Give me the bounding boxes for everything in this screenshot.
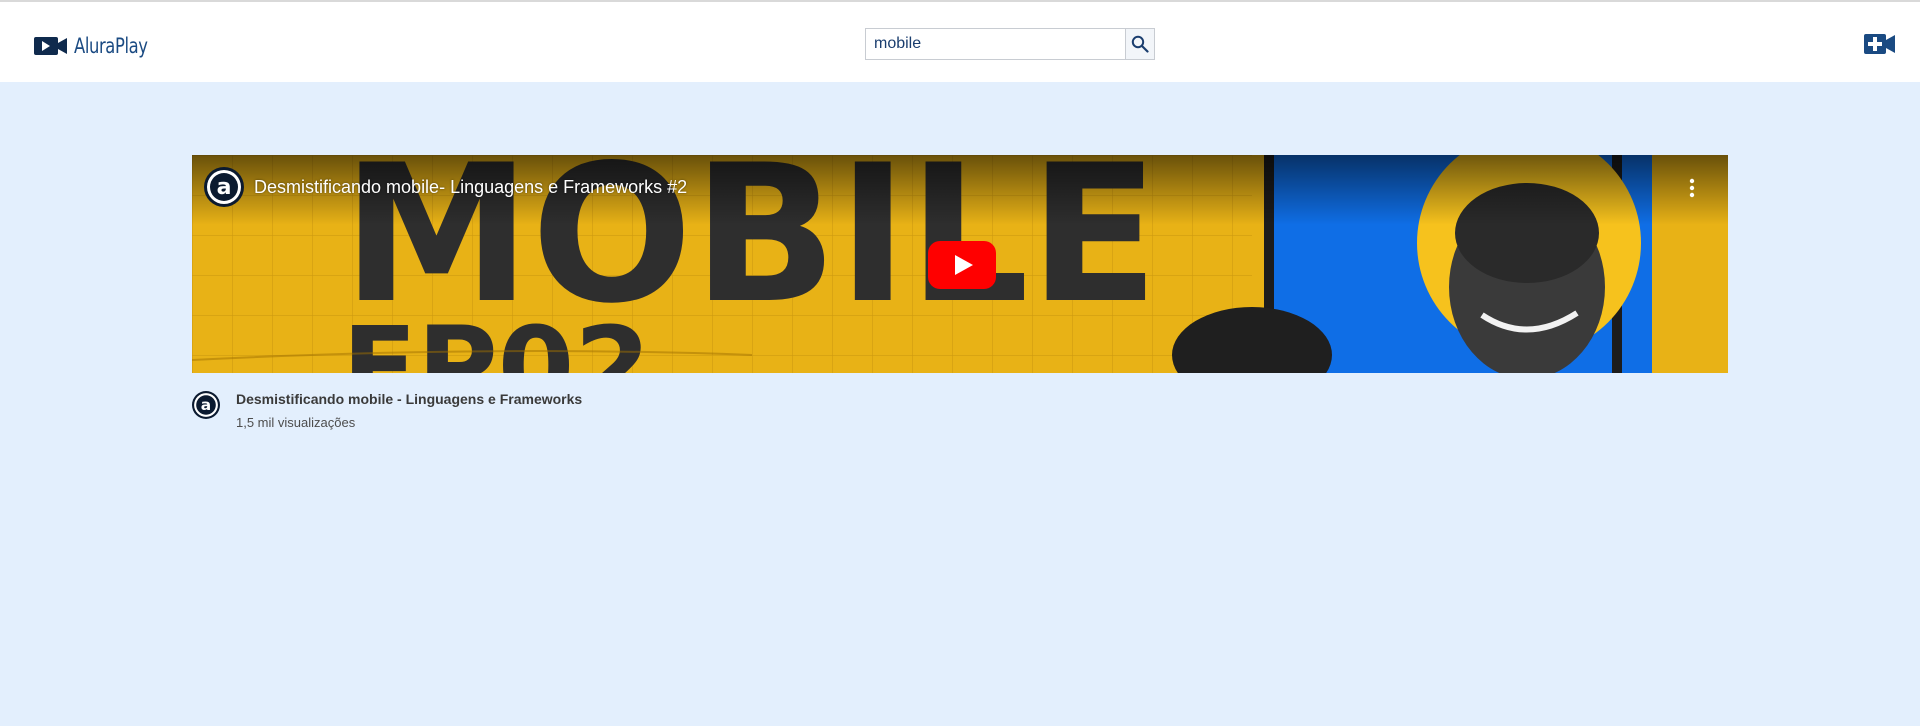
search-button[interactable] bbox=[1125, 28, 1155, 60]
view-count: 1,5 mil visualizações bbox=[236, 415, 356, 430]
channel-avatar[interactable]: a bbox=[192, 391, 220, 419]
video-player[interactable]: MOBILE EP02 a Desmistificando mobile- Li… bbox=[192, 155, 1728, 373]
player-title[interactable]: Desmistificando mobile- Linguagens e Fra… bbox=[254, 177, 687, 198]
video-camera-icon bbox=[34, 37, 67, 55]
search-bar bbox=[865, 28, 1155, 60]
add-video-icon[interactable] bbox=[1864, 33, 1896, 55]
thumbnail-sub-text: EP02 bbox=[342, 303, 651, 373]
video-card: MOBILE EP02 a Desmistificando mobile- Li… bbox=[192, 155, 1728, 435]
alura-logo-icon[interactable]: a bbox=[204, 167, 244, 207]
top-header: AluraPlay bbox=[0, 0, 1920, 82]
video-title[interactable]: Desmistificando mobile - Linguagens e Fr… bbox=[236, 391, 582, 407]
avatar-letter: a bbox=[217, 175, 232, 200]
video-meta: a Desmistificando mobile - Linguagens e … bbox=[192, 391, 1728, 435]
logo-text: AluraPlay bbox=[74, 34, 148, 58]
meta-avatar-letter: a bbox=[201, 396, 211, 414]
more-vertical-icon[interactable] bbox=[1688, 177, 1696, 199]
aluraplay-logo[interactable]: AluraPlay bbox=[34, 32, 168, 60]
search-input[interactable] bbox=[865, 28, 1125, 60]
search-icon bbox=[1131, 35, 1149, 53]
play-icon[interactable] bbox=[928, 241, 996, 289]
